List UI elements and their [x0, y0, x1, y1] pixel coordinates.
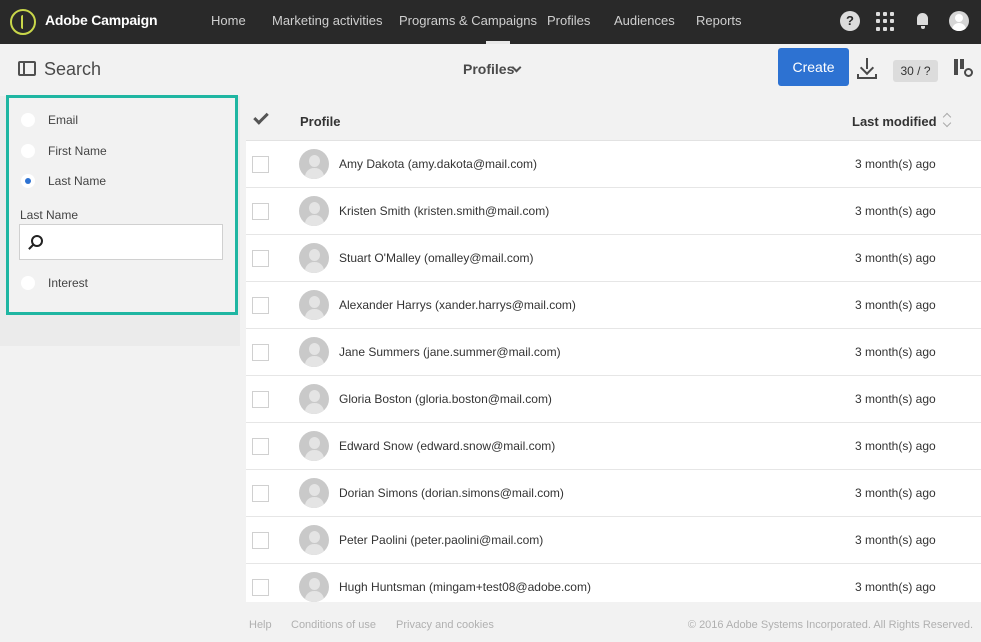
copyright-notice: © 2016 Adobe Systems Incorporated. All R…: [687, 619, 973, 631]
sort-icon[interactable]: [942, 113, 952, 127]
row-checkbox[interactable]: [252, 250, 269, 267]
last-modified-value: 3 month(s) ago: [855, 157, 936, 171]
column-header-last-modified[interactable]: Last modified: [852, 114, 937, 129]
search-panel-title[interactable]: Search: [44, 59, 101, 80]
search-icon: [31, 235, 43, 247]
filter-option-label: Last Name: [48, 174, 107, 188]
help-icon[interactable]: ?: [840, 11, 860, 31]
table-row[interactable]: Gloria Boston (gloria.boston@mail.com) 3…: [246, 376, 981, 423]
select-all-checkmark-icon[interactable]: [253, 109, 269, 125]
brand-title[interactable]: Adobe Campaign: [45, 12, 158, 28]
filter-option-label: Email: [48, 113, 79, 127]
table-row[interactable]: Dorian Simons (dorian.simons@mail.com) 3…: [246, 470, 981, 517]
download-tray-icon: [857, 74, 877, 79]
profile-avatar-icon: [299, 525, 329, 555]
radio-button[interactable]: [21, 276, 35, 290]
profile-name[interactable]: Amy Dakota (amy.dakota@mail.com): [339, 157, 537, 171]
nav-item-home[interactable]: Home: [211, 13, 246, 28]
footer-link-conditions[interactable]: Conditions of use: [291, 619, 376, 631]
nav-item-marketing-activities[interactable]: Marketing activities: [272, 13, 383, 28]
top-navigation-bar: Adobe Campaign Home Marketing activities…: [0, 0, 981, 44]
profile-avatar-icon: [299, 337, 329, 367]
table-header: Profile Last modified: [246, 100, 981, 141]
nav-item-audiences[interactable]: Audiences: [614, 13, 675, 28]
row-checkbox[interactable]: [252, 203, 269, 220]
row-checkbox[interactable]: [252, 438, 269, 455]
panel-toggle-icon[interactable]: [18, 61, 36, 76]
nav-item-reports[interactable]: Reports: [696, 13, 742, 28]
profile-avatar-icon: [299, 196, 329, 226]
table-row[interactable]: Peter Paolini (peter.paolini@mail.com) 3…: [246, 517, 981, 564]
table-row[interactable]: Alexander Harrys (xander.harrys@mail.com…: [246, 282, 981, 329]
profile-avatar-icon: [299, 384, 329, 414]
profile-name[interactable]: Stuart O'Malley (omalley@mail.com): [339, 251, 534, 265]
row-checkbox[interactable]: [252, 532, 269, 549]
column-header-profile[interactable]: Profile: [300, 114, 340, 129]
profile-avatar-icon: [299, 572, 329, 602]
nav-item-programs-campaigns[interactable]: Programs & Campaigns: [399, 13, 537, 28]
adobe-campaign-logo-icon[interactable]: [10, 9, 36, 35]
last-modified-value: 3 month(s) ago: [855, 392, 936, 406]
action-bar: Search Profiles Create 30 / ?: [0, 44, 981, 96]
record-count-badge: 30 / ?: [893, 60, 938, 82]
last-modified-value: 3 month(s) ago: [855, 486, 936, 500]
table-row[interactable]: Kristen Smith (kristen.smith@mail.com) 3…: [246, 188, 981, 235]
view-selector-dropdown[interactable]: Profiles: [463, 61, 514, 77]
radio-button-selected[interactable]: [21, 174, 35, 188]
row-checkbox[interactable]: [252, 579, 269, 596]
filter-criteria-box: Email First Name Last Name Last Name Int…: [6, 95, 238, 315]
profile-avatar-icon: [299, 149, 329, 179]
profile-name[interactable]: Edward Snow (edward.snow@mail.com): [339, 439, 555, 453]
row-checkbox[interactable]: [252, 156, 269, 173]
last-name-field-label: Last Name: [20, 208, 79, 222]
last-modified-value: 3 month(s) ago: [855, 580, 936, 594]
bell-icon[interactable]: [913, 11, 933, 31]
radio-button[interactable]: [21, 144, 35, 158]
last-modified-value: 3 month(s) ago: [855, 439, 936, 453]
row-checkbox[interactable]: [252, 297, 269, 314]
table-row[interactable]: Edward Snow (edward.snow@mail.com) 3 mon…: [246, 423, 981, 470]
last-modified-value: 3 month(s) ago: [855, 533, 936, 547]
row-checkbox[interactable]: [252, 485, 269, 502]
filter-option-label: First Name: [48, 144, 107, 158]
last-modified-value: 3 month(s) ago: [855, 251, 936, 265]
profile-name[interactable]: Dorian Simons (dorian.simons@mail.com): [339, 486, 564, 500]
apps-grid-icon[interactable]: [876, 11, 896, 31]
profile-name[interactable]: Kristen Smith (kristen.smith@mail.com): [339, 204, 549, 218]
profile-name[interactable]: Gloria Boston (gloria.boston@mail.com): [339, 392, 552, 406]
page-footer: Help Conditions of use Privacy and cooki…: [0, 604, 981, 642]
profile-avatar-icon: [299, 431, 329, 461]
profiles-table: Profile Last modified Amy Dakota (amy.da…: [246, 100, 981, 602]
last-modified-value: 3 month(s) ago: [855, 298, 936, 312]
footer-link-help[interactable]: Help: [249, 619, 272, 631]
last-modified-value: 3 month(s) ago: [855, 345, 936, 359]
last-name-search-input[interactable]: [19, 224, 223, 260]
profile-avatar-icon: [299, 243, 329, 273]
profile-name[interactable]: Peter Paolini (peter.paolini@mail.com): [339, 533, 543, 547]
user-avatar-icon[interactable]: [949, 11, 969, 31]
table-row[interactable]: Amy Dakota (amy.dakota@mail.com) 3 month…: [246, 141, 981, 188]
radio-button[interactable]: [21, 113, 35, 127]
create-button[interactable]: Create: [778, 48, 849, 86]
columns-settings-icon[interactable]: [954, 59, 973, 77]
filter-option-label: Interest: [48, 276, 89, 290]
table-row[interactable]: Jane Summers (jane.summer@mail.com) 3 mo…: [246, 329, 981, 376]
footer-link-privacy[interactable]: Privacy and cookies: [396, 619, 494, 631]
table-row[interactable]: Hugh Huntsman (mingam+test08@adobe.com) …: [246, 564, 981, 602]
nav-item-profiles[interactable]: Profiles: [547, 13, 590, 28]
profile-name[interactable]: Hugh Huntsman (mingam+test08@adobe.com): [339, 580, 591, 594]
row-checkbox[interactable]: [252, 344, 269, 361]
profile-avatar-icon: [299, 290, 329, 320]
profile-name[interactable]: Alexander Harrys (xander.harrys@mail.com…: [339, 298, 576, 312]
profile-name[interactable]: Jane Summers (jane.summer@mail.com): [339, 345, 561, 359]
last-modified-value: 3 month(s) ago: [855, 204, 936, 218]
row-checkbox[interactable]: [252, 391, 269, 408]
profile-avatar-icon: [299, 478, 329, 508]
table-row[interactable]: Stuart O'Malley (omalley@mail.com) 3 mon…: [246, 235, 981, 282]
